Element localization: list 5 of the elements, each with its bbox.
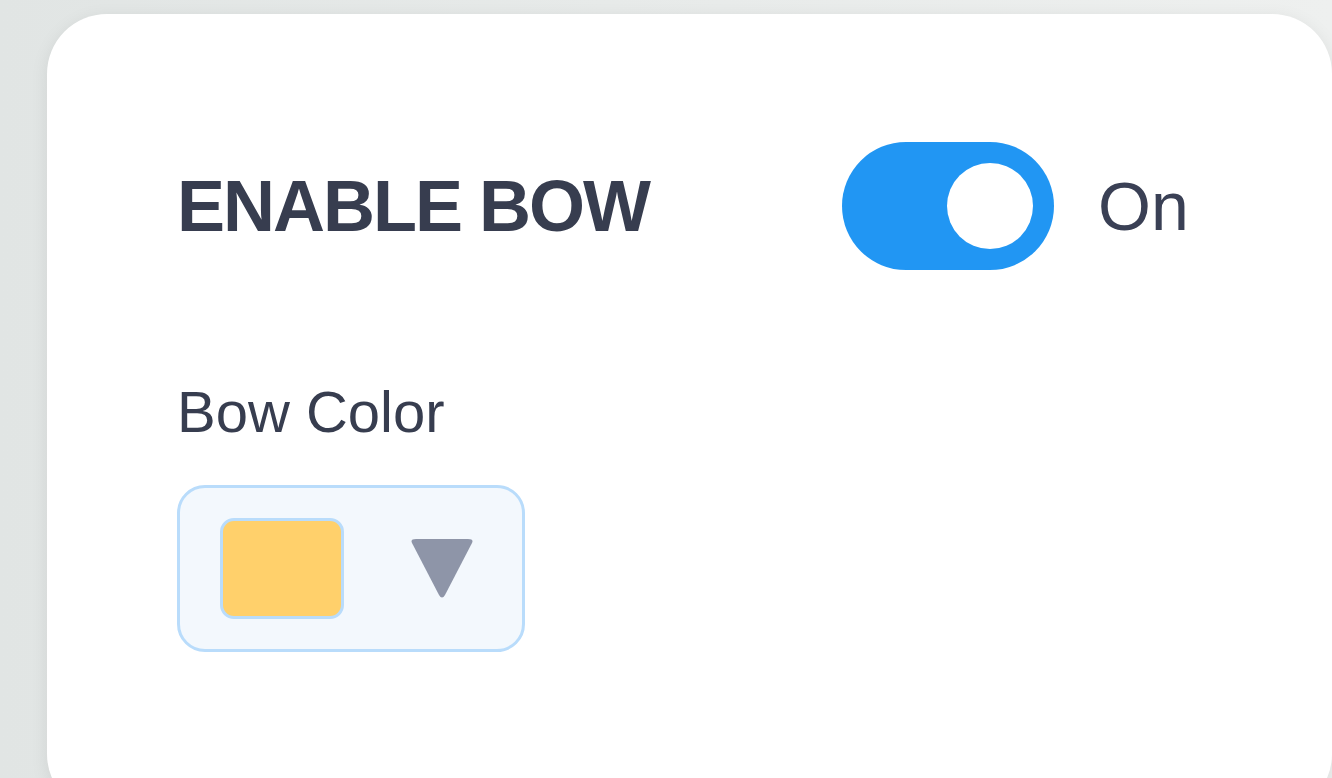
toggle-state: On	[1098, 167, 1189, 245]
field-label: Bow Color	[177, 378, 445, 445]
caret-icon	[410, 538, 474, 599]
color-picker[interactable]	[177, 485, 525, 652]
setting-label: ENABLE BOW	[177, 165, 652, 247]
